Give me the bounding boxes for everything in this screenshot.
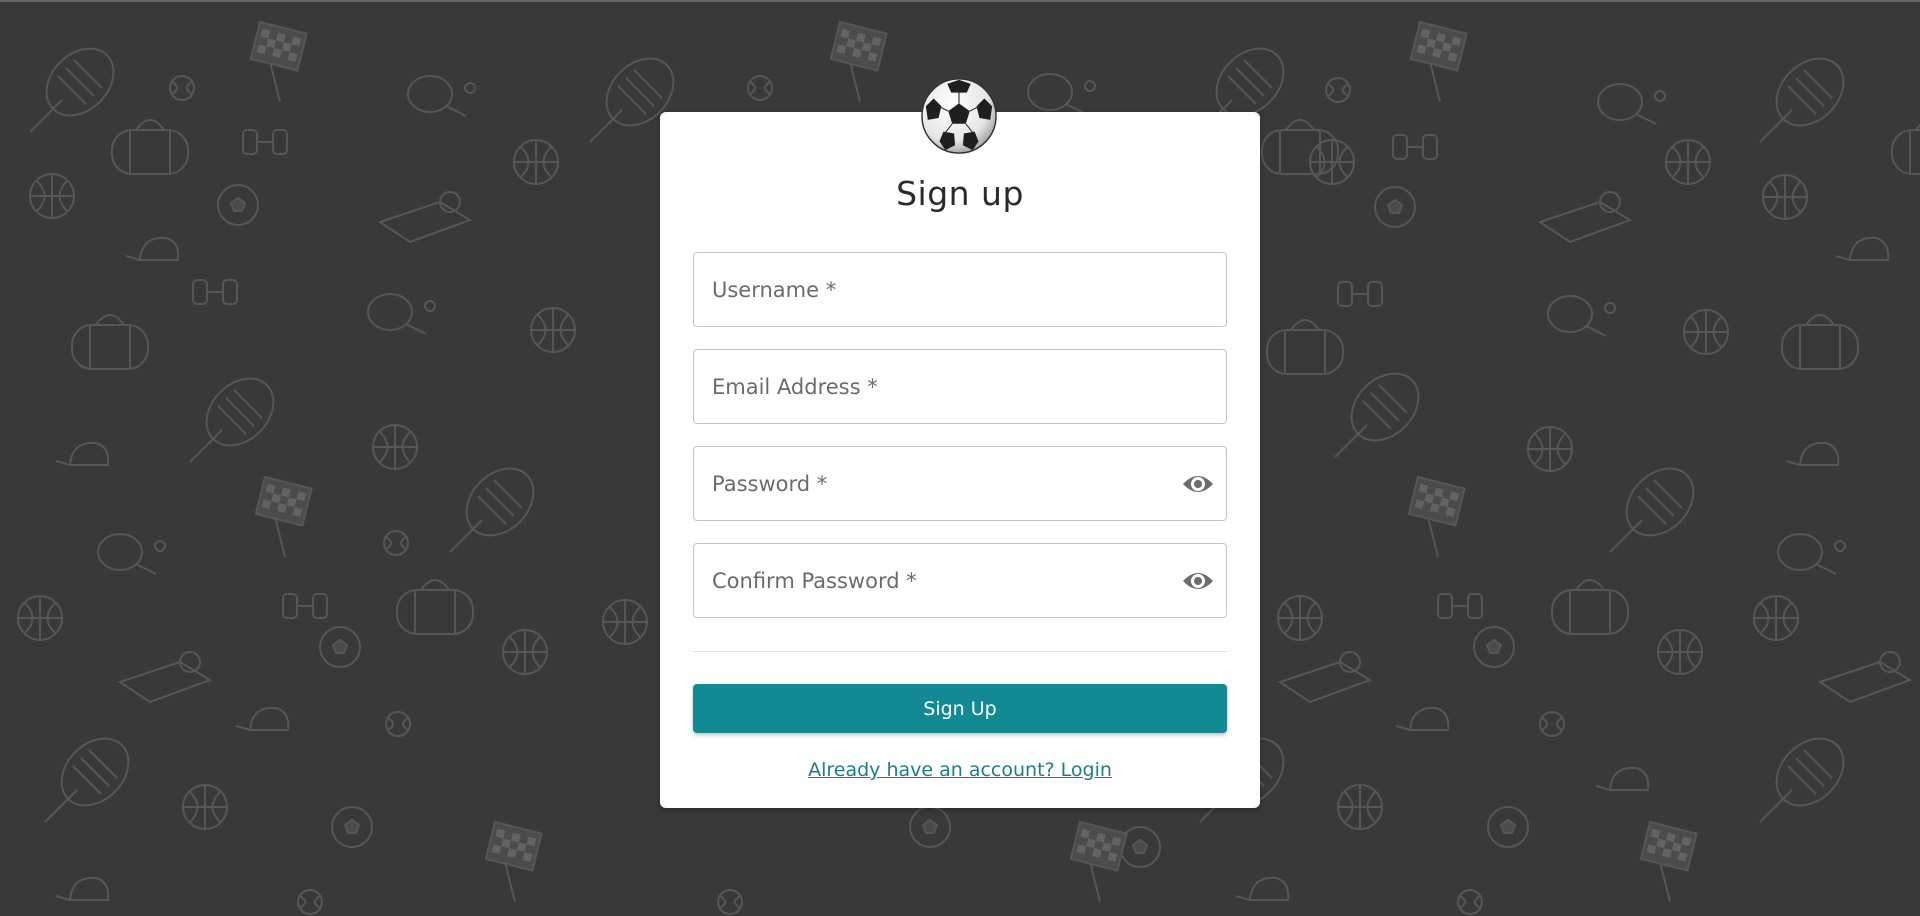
username-input[interactable] xyxy=(694,253,1226,326)
sign-up-button[interactable]: Sign Up xyxy=(693,684,1227,733)
confirm-password-input[interactable] xyxy=(694,544,1226,617)
page-title: Sign up xyxy=(896,174,1024,213)
form-divider xyxy=(693,651,1227,652)
password-field xyxy=(693,446,1227,521)
username-field xyxy=(693,252,1227,327)
soccer-ball-icon xyxy=(921,78,997,154)
login-link[interactable]: Already have an account? Login xyxy=(660,759,1260,781)
password-input[interactable] xyxy=(694,447,1226,520)
email-input[interactable] xyxy=(694,350,1226,423)
eye-icon[interactable] xyxy=(1182,470,1214,498)
email-field xyxy=(693,349,1227,424)
signup-card: Sign up Sign Up Already have an account?… xyxy=(660,78,1260,808)
confirm-password-field xyxy=(693,543,1227,618)
eye-icon[interactable] xyxy=(1182,567,1214,595)
